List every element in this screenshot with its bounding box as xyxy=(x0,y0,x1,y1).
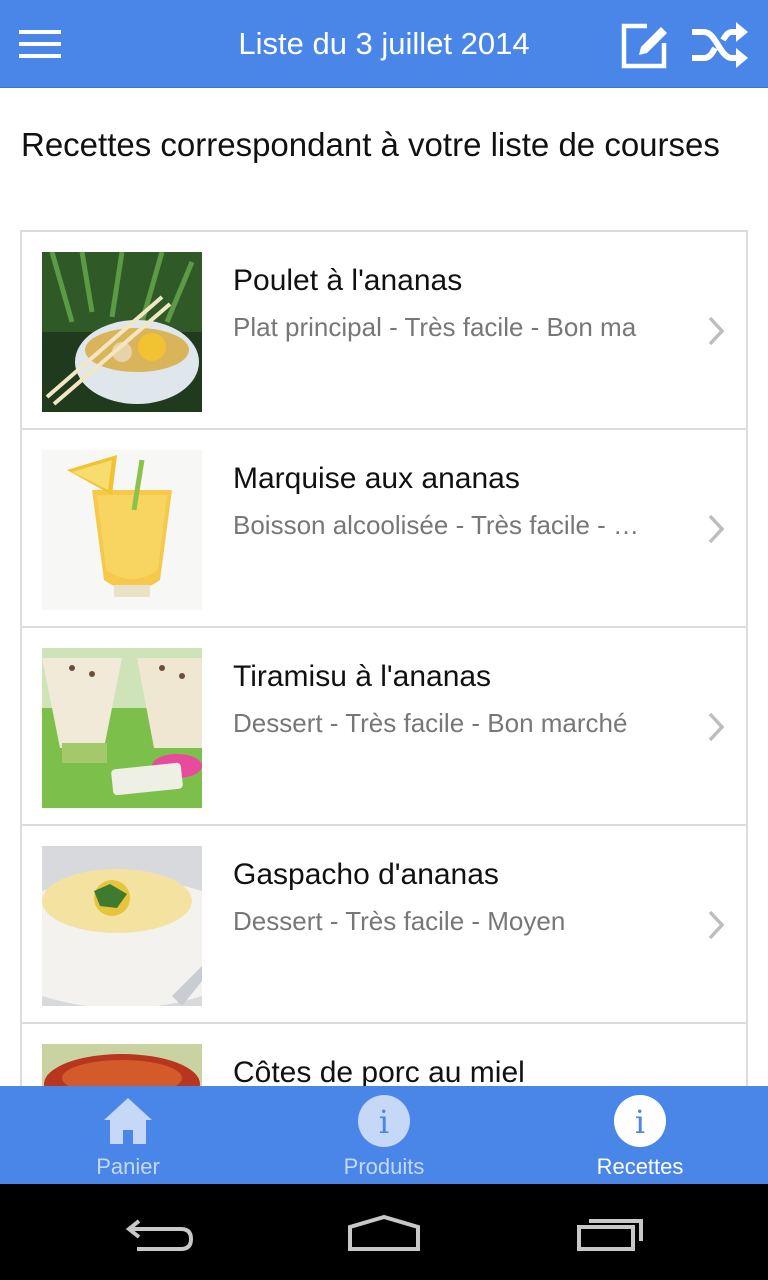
section-heading: Recettes correspondant à votre liste de … xyxy=(21,126,720,163)
nav-item-recettes[interactable]: i Recettes xyxy=(512,1086,768,1184)
recipe-name: Tiramisu à l'ananas xyxy=(233,660,492,693)
home-button[interactable] xyxy=(344,1208,424,1258)
chevron-right-icon xyxy=(708,712,725,742)
svg-text:i: i xyxy=(379,1103,389,1141)
recipe-meta: Dessert - Très facile - Bon marché xyxy=(233,708,628,738)
recipe-thumbnail xyxy=(42,1044,202,1086)
recipe-name: Gaspacho d'ananas xyxy=(233,858,499,891)
system-navigation-bar xyxy=(0,1184,768,1280)
recipe-thumbnail xyxy=(42,846,202,1006)
recipe-thumbnail xyxy=(42,252,202,412)
menu-button[interactable] xyxy=(10,14,70,74)
recipe-name: Marquise aux ananas xyxy=(233,462,520,495)
home-icon xyxy=(101,1094,155,1148)
edit-button[interactable] xyxy=(614,14,676,76)
home-outline-icon xyxy=(348,1214,420,1251)
recents-icon xyxy=(577,1219,643,1251)
recipe-meta: Dessert - Très facile - Moyen xyxy=(233,906,566,936)
nav-item-panier[interactable]: Panier xyxy=(0,1086,256,1184)
menu-icon xyxy=(19,30,61,58)
recipe-list: Poulet à l'ananas Plat principal - Très … xyxy=(20,230,748,1086)
nav-label: Panier xyxy=(96,1154,160,1179)
recipe-meta: Boisson alcoolisée - Très facile - … xyxy=(233,510,640,540)
recipe-row-cotes-de-porc[interactable]: Côtes de porc au miel xyxy=(22,1024,746,1086)
chevron-right-icon xyxy=(708,910,725,940)
chevron-right-icon xyxy=(708,316,725,346)
recipe-row-tiramisu[interactable]: Tiramisu à l'ananas Dessert - Très facil… xyxy=(22,628,746,826)
info-icon: i xyxy=(357,1094,411,1148)
recipe-name: Côtes de porc au miel xyxy=(233,1056,525,1086)
recipe-thumbnail xyxy=(42,648,202,808)
back-button[interactable] xyxy=(120,1208,200,1258)
recipes-content: Recettes correspondant à votre liste de … xyxy=(0,88,768,1086)
shuffle-button[interactable] xyxy=(686,14,754,76)
nav-item-produits[interactable]: i Produits xyxy=(256,1086,512,1184)
recipe-thumbnail xyxy=(42,450,202,610)
recipe-row-gaspacho[interactable]: Gaspacho d'ananas Dessert - Très facile … xyxy=(22,826,746,1024)
recents-button[interactable] xyxy=(572,1208,648,1258)
back-icon xyxy=(125,1219,194,1251)
edit-icon xyxy=(621,23,667,69)
chevron-right-icon xyxy=(708,514,725,544)
nav-label: Produits xyxy=(343,1154,425,1179)
recipe-row-poulet[interactable]: Poulet à l'ananas Plat principal - Très … xyxy=(22,232,746,430)
app-bar: Liste du 3 juillet 2014 xyxy=(0,0,768,88)
recipe-meta: Plat principal - Très facile - Bon ma xyxy=(233,312,637,342)
nav-label: Recettes xyxy=(596,1154,684,1179)
recipe-row-marquise[interactable]: Marquise aux ananas Boisson alcoolisée -… xyxy=(22,430,746,628)
bottom-navigation: Panier i Produits i Recettes xyxy=(0,1086,768,1184)
shuffle-icon xyxy=(692,22,748,68)
info-icon: i xyxy=(613,1094,667,1148)
recipe-name: Poulet à l'ananas xyxy=(233,264,463,297)
svg-text:i: i xyxy=(635,1103,645,1141)
